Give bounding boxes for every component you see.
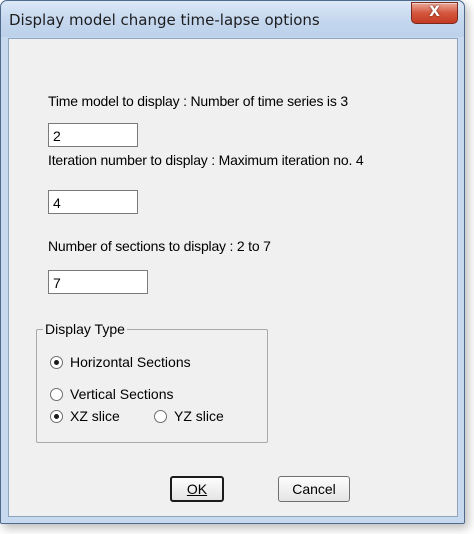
title-bar[interactable]: Display model change time-lapse options … <box>1 1 464 37</box>
cancel-label: Cancel <box>292 481 336 497</box>
display-type-legend: Display Type <box>43 321 127 337</box>
sections-input[interactable] <box>48 270 148 294</box>
yz-slice-option[interactable]: YZ slice <box>154 408 224 424</box>
radio-icon <box>50 355 63 369</box>
vertical-sections-label: Vertical Sections <box>70 386 174 402</box>
vertical-sections-option[interactable]: Vertical Sections <box>50 386 174 402</box>
horizontal-sections-option[interactable]: Horizontal Sections <box>50 354 191 370</box>
iteration-input[interactable] <box>48 190 138 214</box>
xz-slice-option[interactable]: XZ slice <box>50 408 120 424</box>
radio-icon <box>50 387 63 401</box>
window-title: Display model change time-lapse options <box>9 11 320 29</box>
sections-label: Number of sections to display : 2 to 7 <box>48 238 271 254</box>
time-model-label: Time model to display : Number of time s… <box>48 93 348 109</box>
time-model-input[interactable] <box>48 123 138 147</box>
cancel-button[interactable]: Cancel <box>278 476 350 502</box>
close-button[interactable]: X <box>411 2 458 24</box>
dialog-window: Display model change time-lapse options … <box>0 0 465 524</box>
close-icon: X <box>429 4 440 20</box>
horizontal-sections-label: Horizontal Sections <box>70 354 191 370</box>
ok-button[interactable]: OK <box>170 476 224 502</box>
radio-icon <box>50 409 63 423</box>
xz-slice-label: XZ slice <box>70 408 120 424</box>
ok-label: OK <box>186 481 208 497</box>
dialog-body: Time model to display : Number of time s… <box>8 38 458 517</box>
display-type-group: Display Type Horizontal Sections Vertica… <box>36 321 268 443</box>
radio-icon <box>154 409 167 423</box>
yz-slice-label: YZ slice <box>174 408 224 424</box>
iteration-label: Iteration number to display : Maximum it… <box>48 152 364 168</box>
